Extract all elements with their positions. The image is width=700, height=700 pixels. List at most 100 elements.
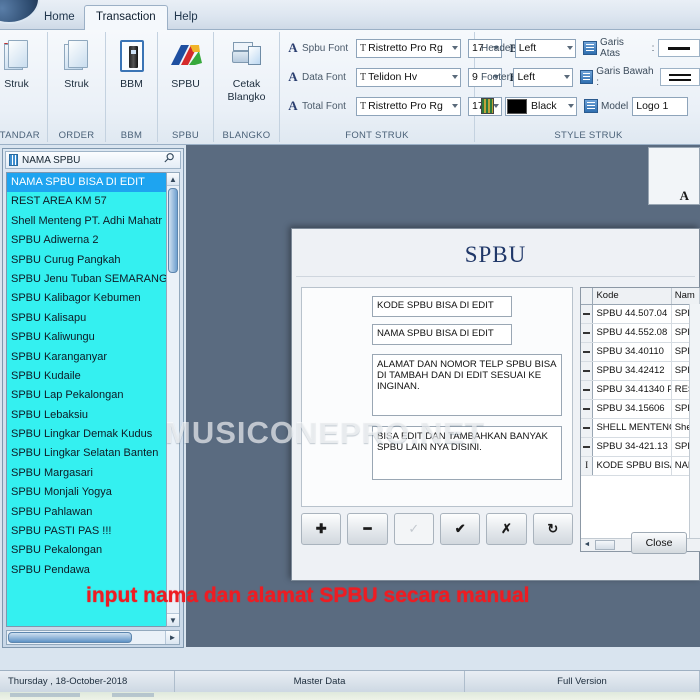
list-vertical-scrollbar[interactable]: ▲ ▼ bbox=[166, 172, 180, 627]
struk-standar-label: Struk bbox=[4, 78, 29, 90]
list-item[interactable]: SPBU Curug Pangkah bbox=[7, 251, 179, 270]
scroll-thumb[interactable] bbox=[168, 188, 178, 273]
row-edit-indicator[interactable]: I bbox=[581, 456, 594, 476]
list-horizontal-scrollbar[interactable]: ► bbox=[6, 630, 180, 645]
spbu-data-grid[interactable]: Kode Nam SPBU 44.507.04 SPBI SPBU 44.552.0… bbox=[580, 287, 700, 552]
list-item[interactable]: SPBU Kaliwungu bbox=[7, 328, 179, 347]
list-item[interactable]: SPBU Karanganyar bbox=[7, 348, 179, 367]
cell-kode[interactable]: SPBU 34.41340 PAS bbox=[592, 380, 672, 400]
scroll-up-arrow[interactable]: ▲ bbox=[167, 173, 179, 186]
grid-vertical-scrollbar[interactable] bbox=[689, 304, 700, 538]
tab-help[interactable]: Help bbox=[162, 5, 210, 30]
cetak-blangko-button[interactable]: Cetak Blangko bbox=[214, 35, 279, 103]
alamat-telp-textarea[interactable]: ALAMAT DAN NOMOR TELP SPBU BISA DI TAMBA… bbox=[372, 354, 562, 416]
row-selector[interactable] bbox=[581, 361, 594, 381]
kode-spbu-input[interactable]: KODE SPBU BISA DI EDIT bbox=[372, 296, 512, 317]
spbu-font-select[interactable]: T Ristretto Pro Rg bbox=[356, 38, 461, 58]
list-item[interactable]: REST AREA KM 57 bbox=[7, 192, 179, 211]
close-button[interactable]: Close bbox=[631, 532, 687, 554]
list-item[interactable]: SPBU Kudaile bbox=[7, 367, 179, 386]
spbu-button[interactable]: SPBU bbox=[158, 35, 213, 90]
garis-bawah-row[interactable]: Garis Bawah : bbox=[579, 66, 700, 88]
row-selector[interactable] bbox=[581, 418, 594, 438]
struk-color-select[interactable]: Black bbox=[505, 96, 577, 116]
table-row[interactable]: SPBU 34-421.13 SPBI bbox=[581, 437, 700, 457]
list-item[interactable]: SPBU Kalibagor Kebumen bbox=[7, 289, 179, 308]
scroll-down-arrow[interactable]: ▼ bbox=[167, 613, 179, 626]
cell-kode[interactable]: SPBU 34.15606 bbox=[592, 399, 672, 419]
cell-kode[interactable]: SPBU 44.552.08 bbox=[592, 323, 672, 343]
post-button[interactable]: ✔ bbox=[439, 513, 481, 545]
list-item[interactable]: SPBU Jenu Tuban SEMARANG bbox=[7, 270, 179, 289]
struk-standar-button[interactable]: Struk bbox=[0, 35, 47, 90]
cell-kode[interactable]: SPBU 44.507.04 bbox=[592, 304, 672, 324]
cell-kode[interactable]: SPBU 34.40110 bbox=[592, 342, 672, 362]
list-item[interactable]: SPBU Lingkar Demak Kudus bbox=[7, 425, 179, 444]
spbu-name-list[interactable]: NAMA SPBU BISA DI EDIT REST AREA KM 57 She… bbox=[6, 172, 180, 627]
row-selector[interactable] bbox=[581, 323, 594, 343]
hscroll-right-arrow[interactable]: ► bbox=[165, 631, 179, 644]
table-row[interactable]: SPBU 34.15606 SPBI bbox=[581, 399, 700, 419]
grid-hscroll-left-arrow[interactable]: ◄ bbox=[581, 539, 593, 551]
cell-kode[interactable]: SHELL MENTENG bbox=[592, 418, 672, 438]
cell-kode[interactable]: SPBU 34.42412 bbox=[592, 361, 672, 381]
cancel-button[interactable]: ✗ bbox=[486, 513, 527, 545]
sliver-letter: A bbox=[679, 188, 689, 203]
row-selector[interactable] bbox=[581, 342, 594, 362]
list-item[interactable]: NAMA SPBU BISA DI EDIT bbox=[7, 173, 179, 193]
row-selector[interactable] bbox=[581, 380, 594, 400]
table-row[interactable]: SPBU 44.507.04 SPBI bbox=[581, 304, 700, 324]
add-button[interactable]: ✚ bbox=[301, 513, 342, 545]
nama-spbu-input[interactable]: NAMA SPBU BISA DI EDIT bbox=[372, 324, 512, 345]
model-row[interactable]: Model Logo 1 bbox=[584, 96, 689, 116]
line-style-icon bbox=[579, 70, 594, 84]
header-align-select[interactable]: Left bbox=[514, 38, 577, 58]
list-item[interactable]: SPBU Lap Pekalongan bbox=[7, 386, 179, 405]
garis-atas-row[interactable]: Garis Atas : bbox=[583, 37, 700, 59]
table-row[interactable]: SPBU 44.552.08 SPBI bbox=[581, 323, 700, 343]
model-value[interactable]: Logo 1 bbox=[632, 96, 689, 116]
struk-order-label: Struk bbox=[64, 78, 89, 90]
delete-button[interactable]: ━ bbox=[347, 513, 388, 545]
list-item[interactable]: SPBU Pendawa bbox=[7, 561, 179, 580]
list-item[interactable]: SPBU Pekalongan bbox=[7, 541, 179, 560]
table-row[interactable]: SHELL MENTENG Shell bbox=[581, 418, 700, 438]
tab-transaction[interactable]: Transaction bbox=[84, 5, 168, 30]
struk-order-button[interactable]: Struk bbox=[48, 35, 105, 90]
table-row[interactable]: IKODE SPBU BISA DNAM bbox=[581, 456, 700, 476]
grid-col-nama[interactable]: Nam bbox=[671, 288, 700, 305]
cell-kode[interactable]: SPBU 34-421.13 bbox=[592, 437, 672, 457]
data-font-select[interactable]: T Telidon Hv bbox=[356, 67, 461, 87]
list-item[interactable]: SPBU Margasari bbox=[7, 464, 179, 483]
cell-kode[interactable]: KODE SPBU BISA D bbox=[592, 456, 672, 476]
row-selector[interactable] bbox=[581, 399, 594, 419]
table-row[interactable]: SPBU 34.40110 SPBI bbox=[581, 342, 700, 362]
row-selector[interactable] bbox=[581, 304, 594, 324]
hscroll-thumb[interactable] bbox=[8, 632, 132, 643]
list-item[interactable]: SPBU Kalisapu bbox=[7, 309, 179, 328]
grid-table: Kode Nam SPBU 44.507.04 SPBI SPBU 44.552.0… bbox=[581, 288, 700, 476]
list-item[interactable]: SPBU PASTI PAS !!! bbox=[7, 522, 179, 541]
grid-col-kode[interactable]: Kode bbox=[592, 288, 672, 305]
refresh-button[interactable]: ↻ bbox=[532, 513, 573, 545]
list-item[interactable]: SPBU Lebaksiu bbox=[7, 406, 179, 425]
table-row[interactable]: SPBU 34.42412 SPBI bbox=[581, 361, 700, 381]
pin-icon[interactable] bbox=[163, 153, 177, 167]
grid-body: SPBU 44.507.04 SPBI SPBU 44.552.08 SPBI SPBU… bbox=[581, 304, 700, 476]
spbu-font-value: Ristretto Pro Rg bbox=[368, 42, 443, 54]
list-item[interactable]: SPBU Pahlawan bbox=[7, 503, 179, 522]
spbu-lain-textarea[interactable]: BISA EDIT DAN TAMBAHKAN BANYAK SPBU LAIN… bbox=[372, 426, 562, 480]
total-font-select[interactable]: T Ristretto Pro Rg bbox=[356, 96, 461, 116]
list-item[interactable]: SPBU Monjali Yogya bbox=[7, 483, 179, 502]
list-item[interactable]: Shell Menteng PT. Adhi Mahatr bbox=[7, 212, 179, 231]
row-selector[interactable] bbox=[581, 437, 594, 457]
list-item[interactable]: SPBU Adiwerna 2 bbox=[7, 231, 179, 250]
table-row[interactable]: SPBU 34.41340 PASRES bbox=[581, 380, 700, 400]
garis-atas-preview[interactable] bbox=[658, 39, 700, 57]
bbm-button[interactable]: BBM bbox=[106, 35, 157, 90]
list-item[interactable]: SPBU Lingkar Selatan Banten bbox=[7, 444, 179, 463]
footer-align-select[interactable]: Left bbox=[513, 67, 573, 87]
tab-home[interactable]: Home bbox=[32, 5, 87, 30]
garis-bawah-preview[interactable] bbox=[660, 68, 700, 86]
grid-hscroll-thumb[interactable] bbox=[595, 540, 615, 550]
